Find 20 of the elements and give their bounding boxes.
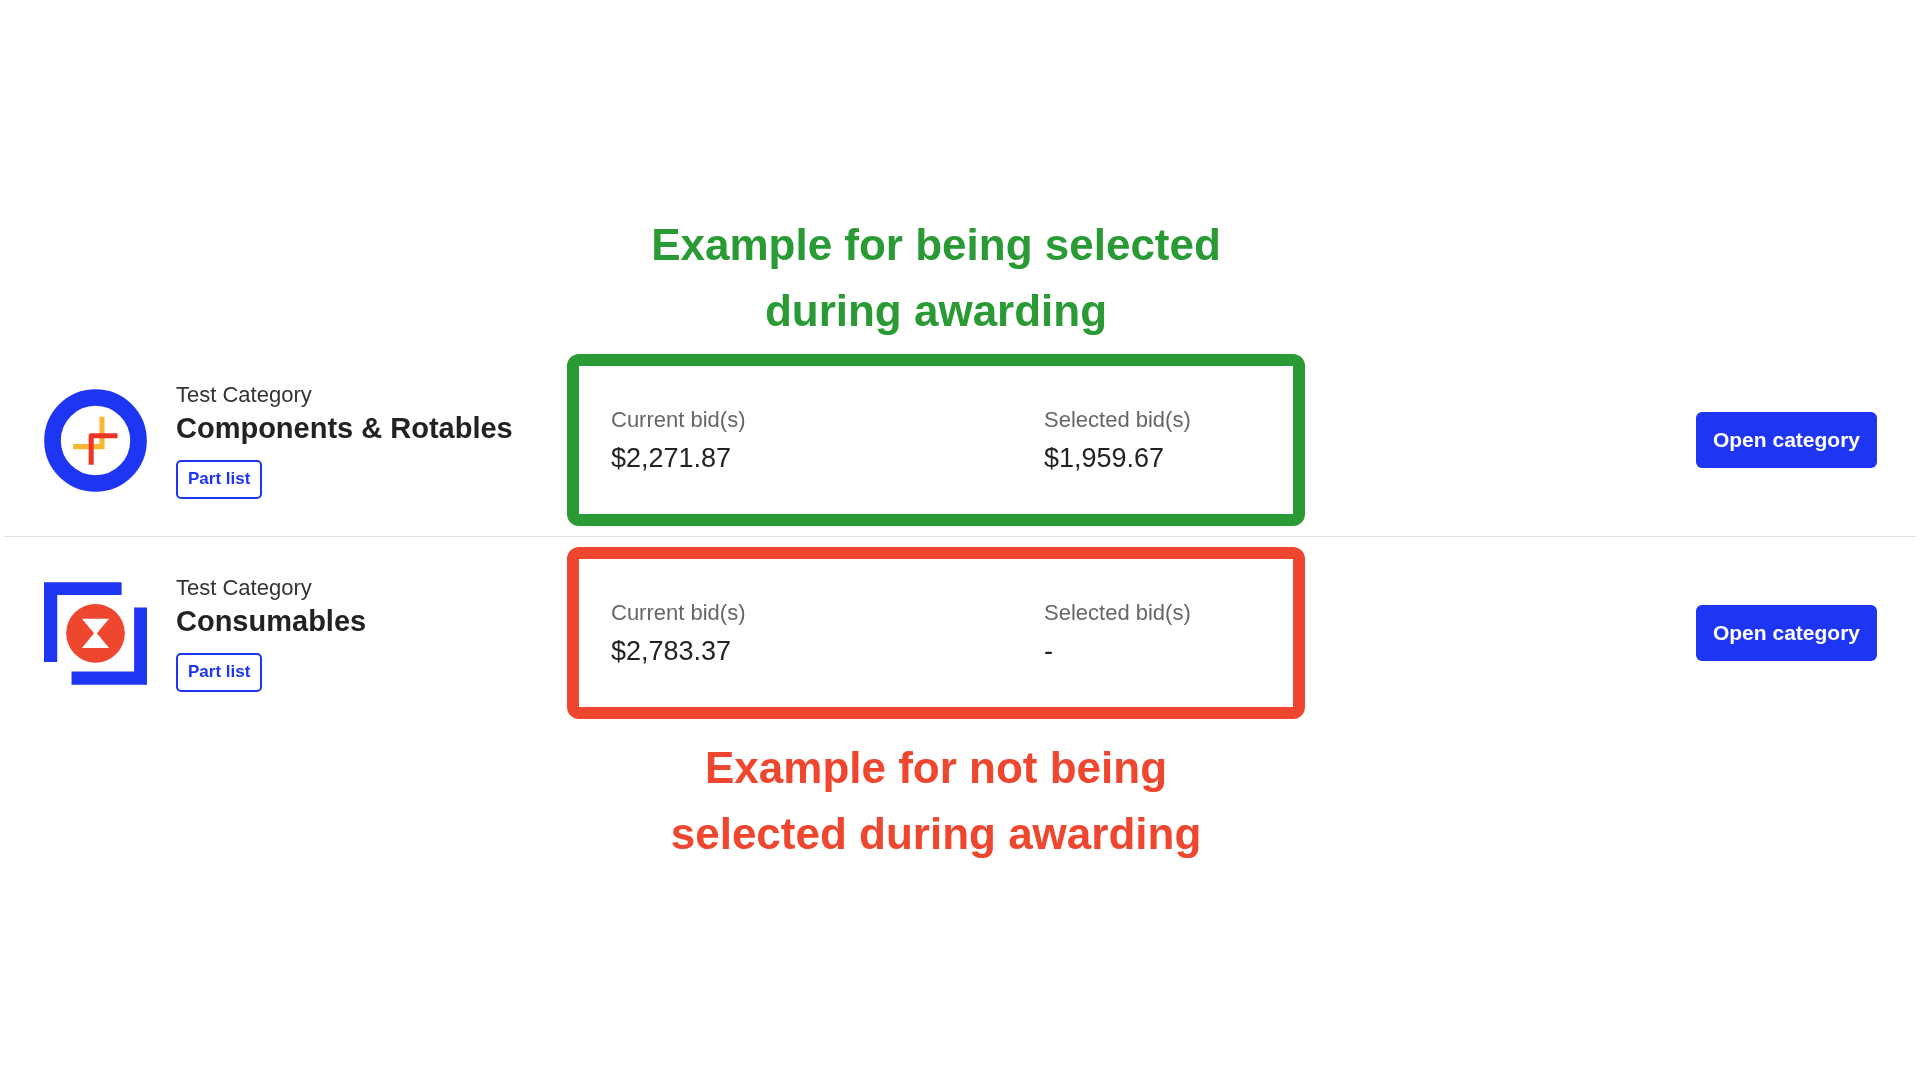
bid-value: -: [1044, 634, 1053, 667]
ring-cross-icon: [44, 388, 147, 492]
category-title: Components & Rotables: [176, 410, 513, 445]
annotation-caption: Example for being selected during awarding: [650, 219, 1222, 337]
category-title: Consumables: [176, 603, 367, 638]
bid-label: Current bid(s): [611, 599, 746, 626]
bid-value: $1,959.67: [1044, 441, 1165, 474]
category-label: Test Category: [176, 381, 312, 408]
bid-label: Selected bid(s): [1044, 406, 1191, 433]
category-label: Test Category: [176, 574, 312, 601]
open-category-button[interactable]: Open category: [1695, 605, 1877, 661]
open-category-button[interactable]: Open category: [1695, 412, 1877, 468]
bid-value: $2,783.37: [611, 634, 732, 667]
annotation-caption: Example for not being selected during awarding: [669, 742, 1203, 860]
bid-label: Current bid(s): [611, 406, 746, 433]
bid-value: $2,271.87: [611, 441, 732, 474]
bid-label: Selected bid(s): [1044, 599, 1191, 626]
part-list-button[interactable]: Part list: [176, 459, 263, 499]
part-list-button[interactable]: Part list: [176, 652, 263, 692]
framed-hourglass-icon: [44, 581, 147, 685]
